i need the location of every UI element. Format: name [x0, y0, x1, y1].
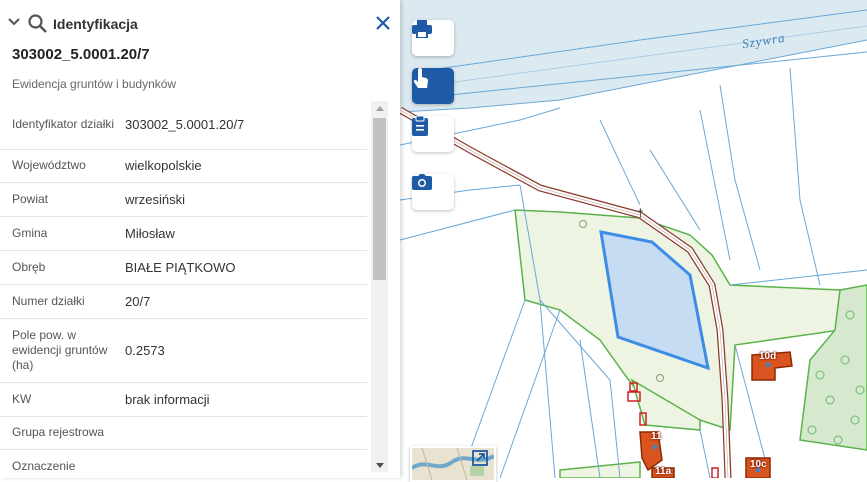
minimap[interactable]: [410, 446, 496, 482]
row-key: Obręb: [0, 250, 125, 285]
svg-text:†: †: [637, 206, 644, 220]
parcel-id-heading: 303002_5.0001.20/7: [12, 46, 150, 63]
row-key: Grupa rejestrowa: [0, 416, 125, 450]
chevron-down-icon[interactable]: [8, 17, 20, 27]
scroll-up-button[interactable]: [371, 101, 388, 115]
table-row: Powiat wrzesiński: [0, 182, 367, 217]
identify-button[interactable]: [412, 68, 454, 104]
camera-icon: [412, 174, 432, 190]
row-key: Numer działki: [0, 284, 125, 319]
row-value: 0.2573: [125, 318, 367, 383]
panel-scrollbar[interactable]: [371, 101, 388, 472]
row-value: [125, 449, 367, 478]
identify-hand-icon: [413, 68, 429, 88]
print-icon: [412, 20, 432, 38]
table-row: Oznaczenie: [0, 449, 367, 478]
row-value: Miłosław: [125, 216, 367, 251]
row-key: Identyfikator działki: [0, 101, 125, 150]
identification-panel: Identyfikacja 303002_5.0001.20/7 Ewidenc…: [0, 0, 400, 478]
camera-button[interactable]: [412, 174, 454, 210]
building-label-10c: 10c: [750, 459, 767, 470]
row-key: Województwo: [0, 149, 125, 183]
row-key: Gmina: [0, 216, 125, 251]
expand-minimap-button[interactable]: [472, 450, 492, 470]
table-row: Pole pow. w ewidencji gruntów (ha) 0.257…: [0, 318, 367, 383]
scroll-down-button[interactable]: [371, 458, 388, 472]
table-row: Numer działki 20/7: [0, 284, 367, 319]
search-icon: [28, 14, 47, 33]
row-value: 303002_5.0001.20/7: [125, 101, 367, 150]
row-value: wielkopolskie: [125, 149, 367, 183]
row-value: 20/7: [125, 284, 367, 319]
panel-header: Identyfikacja: [0, 0, 400, 46]
table-row: Identyfikator działki 303002_5.0001.20/7: [0, 101, 367, 150]
table-row: Grupa rejestrowa: [0, 416, 367, 450]
building-label-11a: 11a: [655, 466, 672, 477]
table-row: Gmina Miłosław: [0, 216, 367, 251]
clipboard-icon: [412, 116, 428, 136]
building-label-11: 11: [651, 431, 662, 442]
clipboard-button[interactable]: [412, 116, 454, 152]
row-key: Pole pow. w ewidencji gruntów (ha): [0, 318, 125, 383]
close-icon[interactable]: [376, 16, 390, 30]
print-button[interactable]: [412, 20, 454, 56]
row-value: BIAŁE PIĄTKOWO: [125, 250, 367, 285]
row-key: Powiat: [0, 182, 125, 217]
attributes-table-container[interactable]: Identyfikator działki 303002_5.0001.20/7…: [0, 101, 388, 478]
row-key: Oznaczenie: [0, 449, 125, 478]
table-row: Województwo wielkopolskie: [0, 149, 367, 183]
row-key: KW: [0, 382, 125, 417]
caret-down-icon: [375, 462, 384, 468]
panel-subtitle: Ewidencja gruntów i budynków: [12, 77, 177, 91]
table-row: KW brak informacji: [0, 382, 367, 417]
table-row: Obręb BIAŁE PIĄTKOWO: [0, 250, 367, 285]
caret-up-icon: [375, 105, 384, 111]
row-value: brak informacji: [125, 382, 367, 417]
building-label-10d: 10d: [759, 351, 777, 362]
row-value: wrzesiński: [125, 182, 367, 217]
expand-icon: [472, 450, 488, 466]
row-value: [125, 416, 367, 450]
attributes-table: Identyfikator działki 303002_5.0001.20/7…: [0, 101, 367, 478]
scroll-thumb[interactable]: [373, 118, 386, 280]
panel-title: Identyfikacja: [53, 16, 138, 32]
